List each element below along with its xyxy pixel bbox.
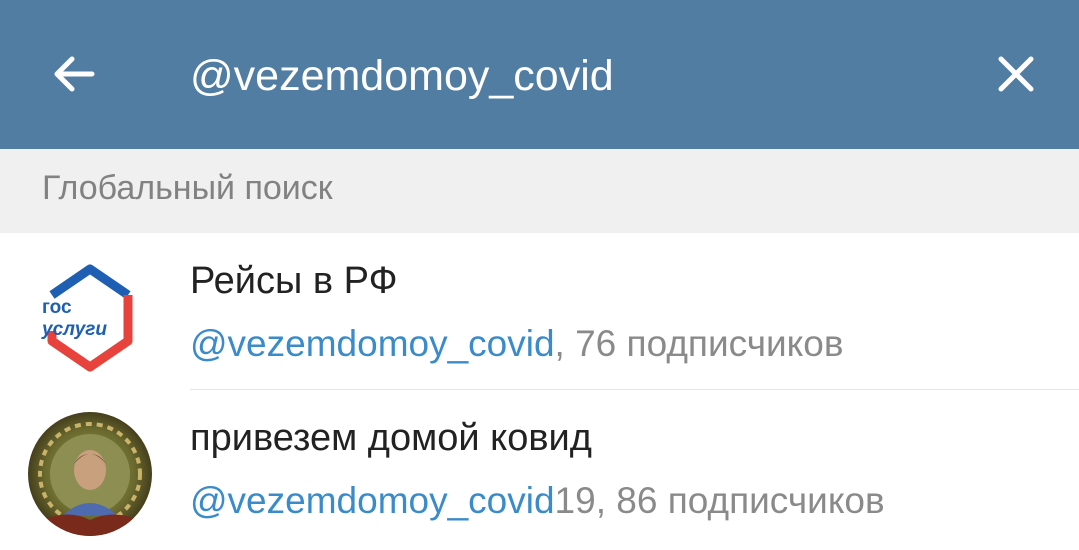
subscriber-count: , 76 подписчиков: [554, 323, 844, 364]
clear-search-button[interactable]: [986, 44, 1046, 104]
logo-text-gos: гос: [42, 297, 72, 318]
close-icon: [998, 56, 1034, 92]
search-result-item[interactable]: привезем домой ковид @vezemdomoy_covid19…: [0, 390, 1079, 546]
search-result-item[interactable]: гос услуги Рейсы в РФ @vezemdomoy_covid,…: [0, 233, 1079, 389]
user-photo-avatar-icon: [28, 412, 152, 536]
search-input[interactable]: @vezemdomoy_covid: [190, 46, 614, 106]
result-title: Рейсы в РФ: [190, 260, 398, 302]
section-title: Глобальный поиск: [42, 169, 333, 207]
subscriber-count: 19, 86 подписчиков: [554, 480, 885, 521]
search-toolbar: @vezemdomoy_covid: [0, 0, 1079, 149]
gosuslugi-logo-icon: гос услуги: [28, 255, 152, 379]
back-button[interactable]: [44, 44, 104, 104]
logo-text-uslugi: услуги: [41, 319, 107, 340]
global-search-section-header: Глобальный поиск: [0, 149, 1079, 233]
arrow-left-icon: [54, 56, 95, 92]
channel-handle[interactable]: @vezemdomoy_covid: [190, 480, 555, 521]
result-title: привезем домой ковид: [190, 417, 592, 459]
result-subtitle: @vezemdomoy_covid, 76 подписчиков: [190, 323, 844, 365]
result-subtitle: @vezemdomoy_covid19, 86 подписчиков: [190, 480, 885, 522]
channel-handle[interactable]: @vezemdomoy_covid: [190, 323, 555, 364]
